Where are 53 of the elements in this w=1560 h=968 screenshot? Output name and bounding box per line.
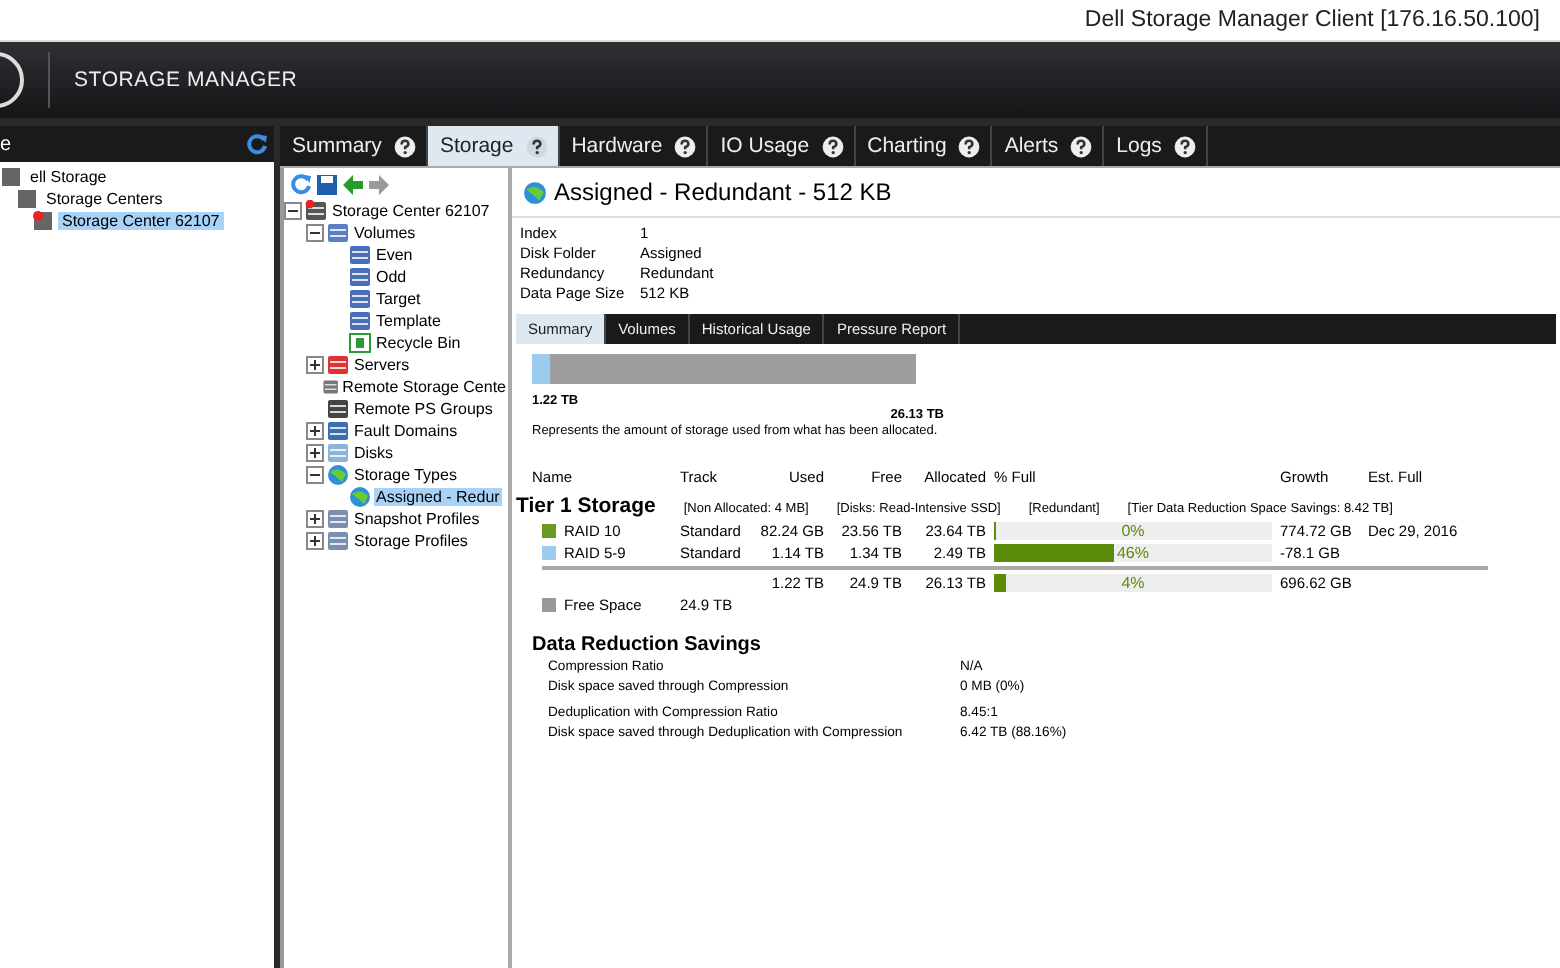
forward-arrow-icon[interactable] — [368, 174, 390, 196]
tree-item[interactable]: Remote Storage Cente — [340, 378, 508, 396]
tree-item[interactable]: Target — [374, 290, 423, 308]
globe-icon — [522, 179, 548, 205]
help-icon[interactable] — [393, 135, 416, 157]
save-icon[interactable] — [316, 174, 338, 196]
tree-item[interactable]: Storage Center 62107 — [330, 202, 492, 220]
panel-title: e — [0, 133, 12, 155]
help-icon[interactable] — [1070, 135, 1093, 157]
percent-label: 46% — [1114, 544, 1151, 562]
collapse-icon[interactable] — [306, 466, 324, 484]
expand-icon[interactable] — [306, 444, 324, 462]
tree-item[interactable]: Storage Types — [352, 466, 459, 484]
tree-item[interactable]: Disks — [352, 444, 396, 462]
tree-item[interactable]: Storage Centers — [42, 190, 167, 208]
tree-item[interactable]: Remote PS Groups — [352, 400, 495, 418]
help-icon[interactable] — [958, 135, 981, 157]
globe-icon — [326, 464, 350, 486]
percent-label: 0% — [1119, 522, 1147, 540]
collapse-icon[interactable] — [284, 202, 302, 220]
app-title: STORAGE MANAGER — [74, 68, 298, 92]
help-icon[interactable] — [1173, 135, 1196, 157]
tree-item[interactable]: Servers — [352, 356, 412, 374]
tab[interactable]: Storage — [427, 126, 560, 166]
expand-icon[interactable] — [306, 356, 324, 374]
tree-item[interactable]: Storage Center 62107 — [58, 212, 224, 230]
tree-item[interactable]: Fault Domains — [352, 422, 460, 440]
globe-icon — [348, 486, 372, 508]
detail-title: Assigned - Redundant - 512 KB — [554, 178, 892, 206]
recycle-bin-icon — [348, 332, 372, 354]
section-title: Data Reduction Savings — [532, 634, 763, 656]
tree-item[interactable]: Storage Profiles — [352, 532, 470, 550]
percent-label: 4% — [1119, 574, 1147, 592]
tree-item[interactable]: Odd — [374, 268, 409, 286]
tree-item[interactable]: Even — [374, 246, 415, 264]
help-icon[interactable] — [525, 135, 548, 157]
expand-icon[interactable] — [306, 532, 324, 550]
tree-item[interactable]: Volumes — [352, 224, 418, 242]
tree-item[interactable]: Recycle Bin — [374, 334, 463, 352]
expand-icon[interactable] — [306, 422, 324, 440]
tier-title: Tier 1 Storage — [516, 494, 656, 518]
tree-item[interactable]: Snapshot Profiles — [352, 510, 482, 528]
expand-icon[interactable] — [306, 510, 324, 528]
logo-icon — [0, 50, 24, 110]
window-title: Dell Storage Manager Client [176.16.50.100] — [1084, 8, 1540, 32]
refresh-icon[interactable] — [246, 133, 268, 155]
tree-item[interactable]: Assigned - Redur — [374, 488, 502, 506]
help-icon[interactable] — [674, 135, 697, 157]
collapse-icon[interactable] — [306, 224, 324, 242]
tree-item[interactable]: Template — [374, 312, 443, 330]
back-arrow-icon[interactable] — [342, 174, 364, 196]
help-icon[interactable] — [821, 135, 844, 157]
tree-item[interactable]: ell Storage — [26, 168, 111, 186]
